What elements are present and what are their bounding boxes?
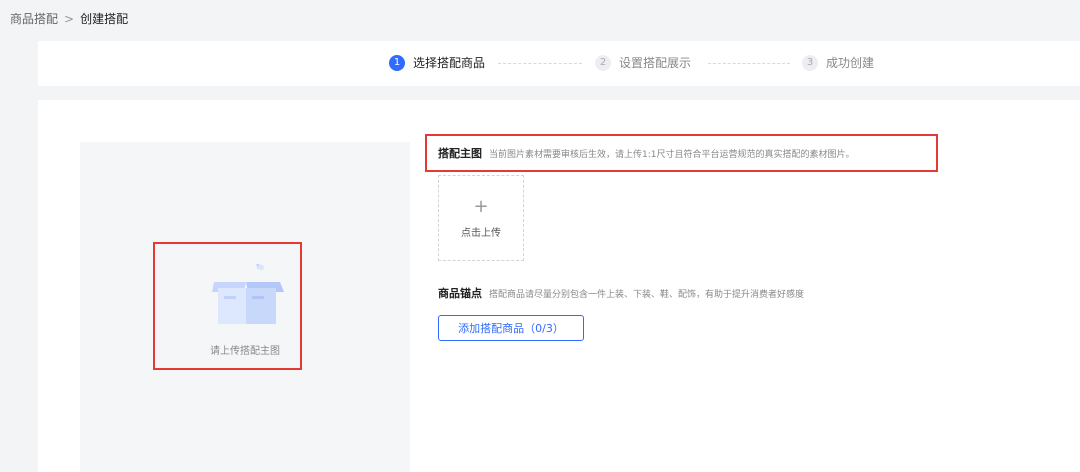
breadcrumb-separator: > <box>64 11 75 26</box>
step-1-label: 选择搭配商品 <box>413 56 486 70</box>
anchor-row: 商品锚点 搭配商品请尽量分别包含一件上装、下装、鞋、配饰，有助于提升消费者好感度 <box>438 285 804 301</box>
anchor-desc: 搭配商品请尽量分别包含一件上装、下装、鞋、配饰，有助于提升消费者好感度 <box>489 289 805 300</box>
plus-icon: + <box>473 195 489 217</box>
breadcrumb: 商品搭配 > 创建搭配 <box>10 10 128 27</box>
step-connector-1 <box>498 63 582 64</box>
step-2-label: 设置搭配展示 <box>619 56 692 70</box>
step-connector-2 <box>708 63 790 64</box>
highlight-box-main-image <box>425 134 938 172</box>
steps-bar: 1 选择搭配商品 2 设置搭配展示 3 成功创建 <box>38 41 1080 86</box>
add-products-button[interactable]: 添加搭配商品（0/3） <box>438 315 584 341</box>
step-1-number: 1 <box>389 54 405 71</box>
step-2-number: 2 <box>595 54 611 71</box>
step-1: 1 选择搭配商品 <box>389 54 485 71</box>
upload-button[interactable]: + 点击上传 <box>438 175 524 261</box>
step-3: 3 成功创建 <box>802 54 874 71</box>
breadcrumb-parent-link[interactable]: 商品搭配 <box>10 10 58 27</box>
step-3-label: 成功创建 <box>826 56 875 70</box>
anchor-label: 商品锚点 <box>438 287 482 300</box>
upload-label: 点击上传 <box>461 227 501 239</box>
highlight-box-preview <box>153 242 302 370</box>
step-2: 2 设置搭配展示 <box>595 54 691 71</box>
step-3-number: 3 <box>802 54 818 71</box>
breadcrumb-current: 创建搭配 <box>80 12 129 26</box>
